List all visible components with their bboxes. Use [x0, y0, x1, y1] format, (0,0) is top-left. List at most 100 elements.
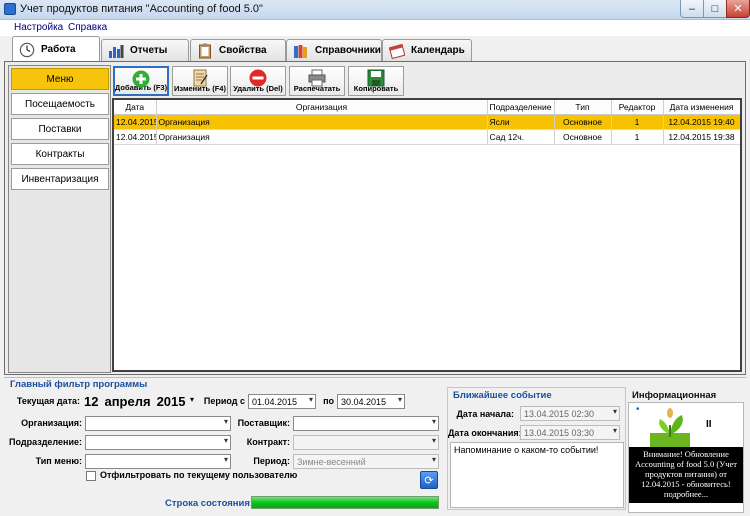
nav-inventory[interactable]: Инвентаризация: [11, 168, 109, 190]
tab-label: Справочники: [315, 45, 381, 56]
add-button[interactable]: Добавить (F3): [113, 66, 169, 96]
print-button[interactable]: Распечатать: [289, 66, 345, 96]
column-header-date[interactable]: Дата: [114, 100, 157, 115]
period-to-field[interactable]: 30.04.2015 ▾: [337, 394, 405, 409]
current-date-year: 2015: [156, 393, 186, 409]
copy-button[interactable]: Копировать: [348, 66, 404, 96]
event-title: Ближайшее событие: [453, 390, 552, 401]
season-value: Зимне-весенний: [297, 456, 366, 467]
books-icon: [293, 43, 309, 59]
tab-label: Календарь: [411, 45, 465, 56]
tab-references[interactable]: Справочники: [286, 39, 382, 61]
menu-type-select[interactable]: ▾: [85, 454, 231, 469]
chevron-down-icon: ▾: [308, 395, 313, 404]
cell-organization: Организация: [156, 114, 488, 130]
cell-organization: Организация: [156, 129, 488, 145]
nav-attendance[interactable]: Посещаемость: [11, 93, 109, 115]
clipboard-icon: [197, 43, 213, 59]
supplier-label: Поставщик:: [237, 418, 290, 428]
edit-document-icon: [191, 69, 209, 87]
current-date-label: Текущая дата:: [16, 396, 80, 406]
close-button[interactable]: ✕: [726, 0, 750, 18]
tab-label: Свойства: [219, 45, 267, 56]
menu-bar: Настройка Справка: [0, 20, 750, 36]
bar-chart-icon: [108, 43, 124, 59]
menu-help[interactable]: Справка: [68, 22, 107, 33]
tab-work[interactable]: Работа: [12, 36, 100, 62]
refresh-icon: ⟳: [424, 474, 434, 487]
nav-deliveries[interactable]: Поставки: [11, 118, 109, 140]
event-reminder-text: Напоминание о каком-то событии!: [450, 442, 624, 508]
menu-type-label: Тип меню:: [35, 456, 82, 466]
organization-label: Организация:: [21, 418, 82, 428]
chevron-down-icon: ▾: [223, 417, 228, 426]
column-header-type[interactable]: Тип: [554, 100, 612, 115]
organization-select[interactable]: ▾: [85, 416, 231, 431]
title-bar: Учет продуктов питания "Accounting of fo…: [0, 0, 750, 20]
grid-header-row: Дата Организация Подразделение Тип Редак…: [114, 100, 740, 115]
minimize-button[interactable]: –: [680, 0, 704, 18]
event-end-field: 13.04.2015 03:30 ▾: [520, 425, 620, 440]
user-filter-checkbox[interactable]: [86, 471, 96, 481]
period-from-field[interactable]: 01.04.2015 ▾: [248, 394, 316, 409]
current-date-month: апреля: [104, 393, 151, 409]
cell-modified: 12.04.2015 19:38: [663, 129, 740, 145]
chevron-down-icon: ▾: [397, 395, 402, 404]
left-navigation: Меню Посещаемость Поставки Контракты Инв…: [8, 65, 111, 373]
contract-label: Контракт:: [246, 437, 290, 447]
chevron-down-icon[interactable]: ▾: [190, 395, 194, 404]
chevron-down-icon: ▾: [431, 436, 436, 445]
filter-title: Главный фильтр программы: [10, 379, 148, 390]
chevron-down-icon: ▾: [223, 436, 228, 445]
cell-department: Ясли: [487, 114, 555, 130]
tab-label: Работа: [41, 44, 76, 55]
supplier-select[interactable]: ▾: [293, 416, 439, 431]
contract-select[interactable]: ▾: [293, 435, 439, 450]
edit-button[interactable]: Изменить (F4): [172, 66, 228, 96]
status-label: Строка состояния:: [165, 498, 254, 509]
current-date-day: 12: [84, 393, 99, 409]
info-news-text[interactable]: Внимание! Обновление Accounting of food …: [629, 447, 743, 503]
department-label: Подразделение:: [9, 437, 82, 447]
plus-circle-icon: [132, 70, 150, 88]
tab-reports[interactable]: Отчеты: [101, 39, 189, 61]
cell-editor: 1: [611, 129, 664, 145]
cell-type: Основное: [554, 129, 612, 145]
menu-settings[interactable]: Настройка: [14, 22, 63, 33]
tab-properties[interactable]: Свойства: [190, 39, 286, 61]
tab-label: Отчеты: [130, 45, 168, 56]
current-date-picker[interactable]: 12 апреля 2015: [84, 393, 199, 409]
column-header-organization[interactable]: Организация: [156, 100, 488, 115]
delete-button[interactable]: Удалить (Del): [230, 66, 286, 96]
chevron-down-icon: ▾: [612, 426, 617, 435]
table-row[interactable]: 12.04.2015 Организация Ясли Основное 1 1…: [114, 114, 740, 130]
event-start-value: 13.04.2015 02:30: [524, 408, 595, 419]
cell-date: 12.04.2015: [114, 114, 157, 130]
event-end-value: 13.04.2015 03:30: [524, 427, 595, 438]
table-row[interactable]: 12.04.2015 Организация Сад 12ч. Основное…: [114, 129, 740, 145]
period-from-value: 01.04.2015: [252, 396, 298, 407]
period-to-label: по: [323, 396, 334, 406]
info-title: Информационная: [632, 390, 717, 401]
cell-department: Сад 12ч.: [487, 129, 555, 145]
nav-contracts[interactable]: Контракты: [11, 143, 109, 165]
pause-button[interactable]: II: [706, 419, 712, 430]
season-label: Период:: [253, 456, 290, 466]
department-select[interactable]: ▾: [85, 435, 231, 450]
column-header-editor[interactable]: Редактор: [611, 100, 664, 115]
app-icon: [4, 3, 16, 15]
column-header-modified[interactable]: Дата изменения: [663, 100, 740, 115]
menu-grid[interactable]: Дата Организация Подразделение Тип Редак…: [112, 98, 742, 372]
save-disk-icon: [367, 69, 385, 87]
season-select[interactable]: Зимне-весенний ▾: [293, 454, 439, 469]
column-header-department[interactable]: Подразделение: [487, 100, 555, 115]
refresh-button[interactable]: ⟳: [420, 471, 438, 489]
user-filter-label: Отфильтровать по текущему пользователю: [100, 470, 298, 480]
chevron-down-icon: ▾: [431, 417, 436, 426]
tab-calendar[interactable]: Календарь: [382, 39, 472, 61]
chevron-down-icon: ▾: [612, 407, 617, 416]
cell-date: 12.04.2015: [114, 129, 157, 145]
maximize-button[interactable]: □: [703, 0, 727, 18]
nav-menu[interactable]: Меню: [11, 68, 109, 90]
cell-modified: 12.04.2015 19:40: [663, 114, 740, 130]
